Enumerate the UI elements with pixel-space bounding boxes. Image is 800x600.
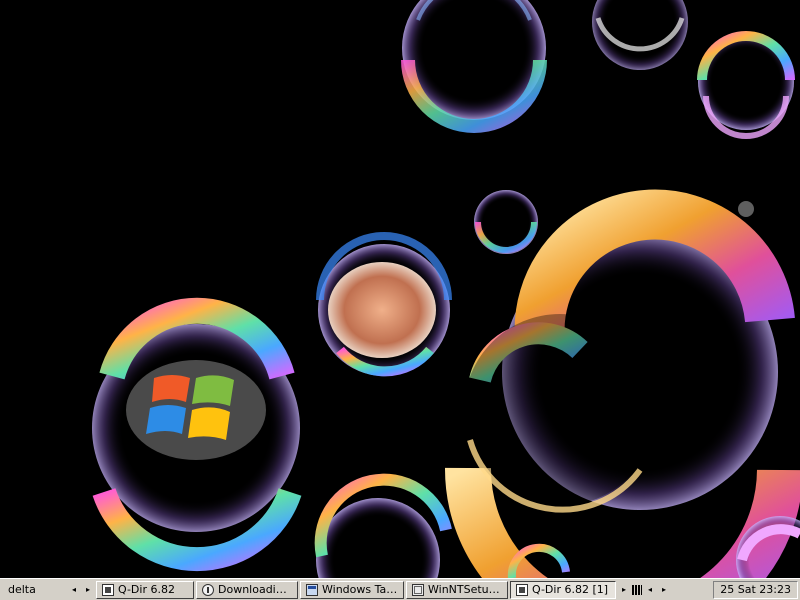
tray-right-arrow-icon[interactable]: ▸	[658, 581, 670, 599]
taskbar-button-label: Downloading ...	[218, 583, 292, 596]
taskbar: delta ◂ ▸ Q-Dir 6.82 Downloading ... Win…	[0, 578, 800, 600]
download-icon	[202, 583, 214, 596]
scroll-left-arrow-icon[interactable]: ◂	[68, 581, 80, 599]
tray-left-arrow-icon[interactable]: ◂	[644, 581, 656, 599]
taskbar-button-label: Windows Task ...	[322, 583, 398, 596]
setup-icon	[412, 583, 424, 596]
desktop-wallpaper	[0, 0, 800, 578]
bubble-windows-logo	[92, 297, 302, 572]
system-tray: 25 Sat 23:23	[713, 580, 798, 599]
taskbar-button-label: Q-Dir 6.82 [1]	[532, 583, 609, 596]
taskbar-button-label: Q-Dir 6.82	[118, 583, 175, 596]
clock[interactable]: 25 Sat 23:23	[720, 583, 791, 596]
bubble-large-gold	[444, 189, 800, 578]
taskbar-button-winntsetup[interactable]: WinNTSetup 4...	[406, 580, 508, 599]
taskbar-menu-arrow-icon[interactable]: ▸	[618, 581, 630, 599]
taskbar-button-qdir[interactable]: Q-Dir 6.82	[96, 580, 194, 599]
bubble-orange-core	[316, 232, 452, 377]
qdir-icon	[102, 583, 114, 596]
task-manager-icon	[306, 583, 318, 596]
taskbar-button-qdir-1[interactable]: Q-Dir 6.82 [1]	[510, 580, 616, 599]
scroll-right-arrow-icon[interactable]: ▸	[82, 581, 94, 599]
user-name: delta	[8, 583, 36, 596]
taskbar-button-task-manager[interactable]: Windows Task ...	[300, 580, 404, 599]
qdir-icon	[516, 583, 528, 596]
bubble-top-center	[401, 0, 547, 133]
taskbar-button-label: WinNTSetup 4...	[428, 583, 502, 596]
tray-grid-icon[interactable]	[632, 584, 642, 595]
bubble-top-right	[592, 0, 795, 139]
taskbar-button-downloading[interactable]: Downloading ...	[196, 580, 298, 599]
bubbles-wallpaper-art	[92, 0, 800, 578]
